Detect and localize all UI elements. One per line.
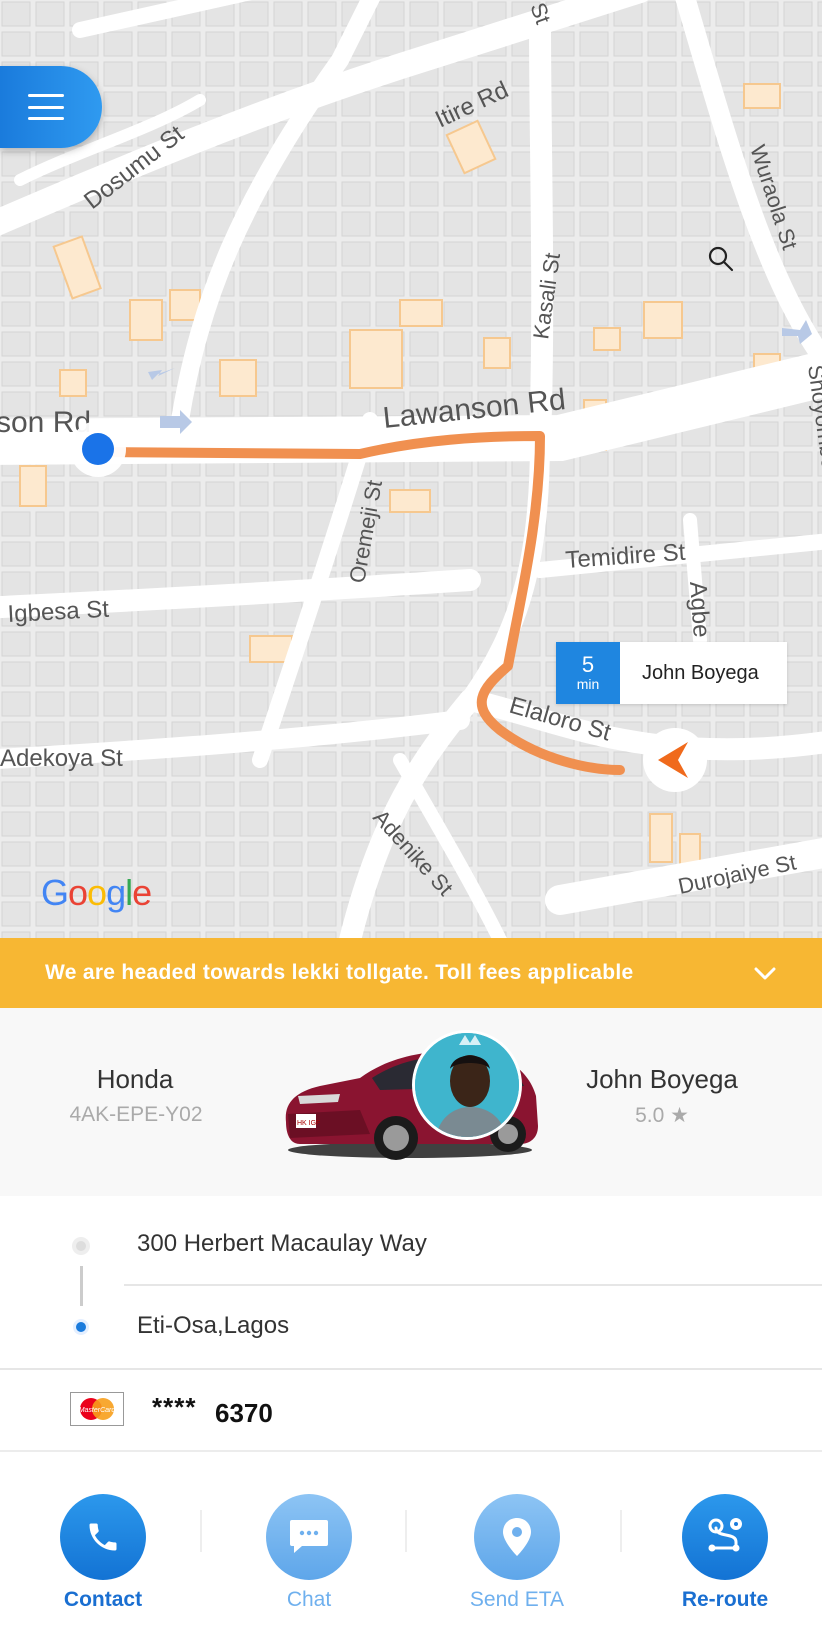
payment-method-row[interactable]: MasterCard **** 6370 [0,1370,822,1450]
map-canvas[interactable]: Dosumu St Itire Rd Wuraola St Kasali St … [0,0,822,938]
eta-badge: 5 min [556,642,620,704]
hamburger-icon [28,94,64,120]
svg-text:HK IGF: HK IGF [297,1120,320,1127]
eta-unit: min [576,676,600,692]
send-eta-button[interactable]: Send ETA [442,1494,592,1612]
driver-eta-chip: 5 min John Boyega [556,642,787,704]
divider [620,1510,622,1552]
google-logo: Google [41,872,152,913]
divider [405,1510,407,1552]
street-label: Igbesa St [7,596,110,628]
car-plate: 4AK-EPE-Y02 [69,1103,203,1126]
toll-notice-text: We are headed towards lekki tollgate. To… [45,961,634,984]
eta-driver-name: John Boyega [642,661,759,684]
pickup-address-row[interactable]: 300 Herbert Macaulay Way [0,1196,822,1286]
user-location-dot [70,421,126,477]
map-view[interactable]: Dosumu St Itire Rd Wuraola St Kasali St … [0,0,822,938]
reroute-button[interactable]: Re-route [650,1494,800,1612]
route-icon [682,1494,768,1580]
dropoff-address-row[interactable]: Eti-Osa,Lagos [0,1286,822,1368]
driver-info-panel: Honda 4AK-EPE-Y02 HK IGF John Boyega 5.0… [0,1008,822,1196]
phone-icon [60,1494,146,1580]
card-mask: **** [152,1392,197,1422]
send-eta-label: Send ETA [469,1588,565,1611]
driver-location-icon [643,728,707,792]
svg-text:MasterCard: MasterCard [79,1407,117,1414]
pickup-address: 300 Herbert Macaulay Way [137,1230,427,1257]
eta-minutes: 5 [581,652,595,677]
contact-button[interactable]: Contact [28,1494,178,1612]
chevron-down-icon[interactable] [752,960,778,986]
card-last-four: 6370 [215,1398,273,1428]
action-bar: Contact Chat Send ETA Re-route [0,1452,822,1644]
car-make: Honda [96,1064,174,1094]
driver-name: John Boyega [586,1064,738,1094]
chat-button[interactable]: Chat [234,1494,384,1612]
mastercard-icon: MasterCard [70,1392,124,1426]
location-pin-icon [474,1494,560,1580]
toll-notice-banner[interactable]: We are headed towards lekki tollgate. To… [0,938,822,1008]
street-label: Agbe [684,581,715,639]
driver-rating: 5.0 ★ [635,1104,689,1127]
contact-label: Contact [63,1588,143,1611]
reroute-label: Re-route [681,1588,769,1611]
chat-label: Chat [286,1588,332,1611]
dropoff-address: Eti-Osa,Lagos [137,1312,290,1339]
driver-avatar[interactable] [412,1030,522,1140]
chat-bubble-icon [266,1494,352,1580]
divider [200,1510,202,1552]
menu-button[interactable] [0,66,102,148]
street-label: Adekoya St [0,745,123,772]
